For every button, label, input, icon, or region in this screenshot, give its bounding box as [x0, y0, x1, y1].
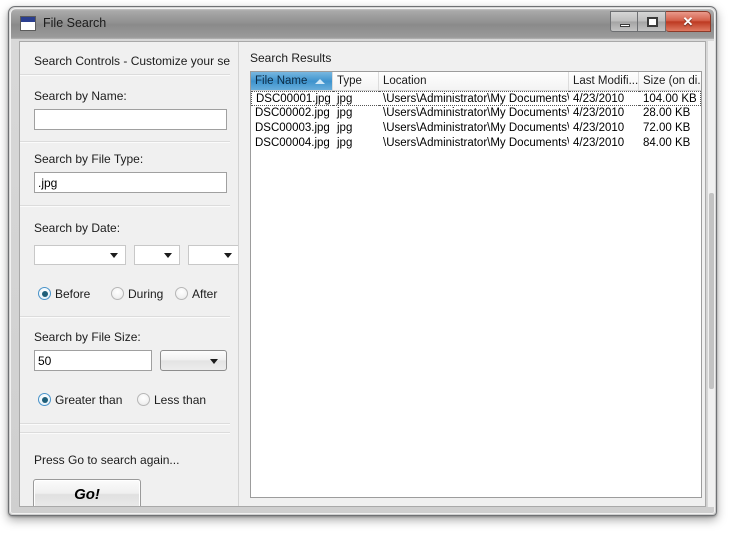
- column-header-size-label: Size (on di...: [643, 75, 701, 87]
- table-row[interactable]: DSC00001.jpg jpg \Users\Administrator\My…: [251, 91, 701, 106]
- maximize-button[interactable]: [638, 11, 666, 32]
- cell-size: 72.00 KB: [643, 122, 691, 134]
- window-scrollbar[interactable]: [707, 41, 715, 507]
- cell-file-name: DSC00002.jpg: [255, 107, 330, 119]
- file-search-window: File Search ✕ Search Controls - Customiz…: [8, 6, 717, 516]
- cell-location: \Users\Administrator\My Documents\...: [383, 137, 569, 149]
- radio-date-before[interactable]: Before: [38, 287, 90, 301]
- search-by-file-type-label: Search by File Type:: [34, 152, 144, 166]
- group-separator: [20, 205, 230, 207]
- date-month-dropdown[interactable]: [34, 245, 126, 265]
- window-form-icon: [20, 16, 36, 31]
- close-icon: ✕: [682, 14, 694, 29]
- cell-size: 104.00 KB: [639, 91, 701, 106]
- group-separator: [20, 74, 230, 76]
- cell-last-modified: 4/23/2010: [573, 107, 625, 119]
- cell-type: jpg: [337, 122, 353, 134]
- cell-type: jpg: [337, 107, 353, 119]
- chevron-down-icon: [110, 253, 118, 258]
- column-header-last-modified[interactable]: Last Modifi...: [569, 72, 639, 90]
- title-bar[interactable]: File Search ✕: [11, 9, 714, 39]
- window-title: File Search: [43, 16, 107, 30]
- search-by-date-label: Search by Date:: [34, 221, 121, 235]
- radio-size-greater-than-label: Greater than: [55, 393, 123, 407]
- chevron-down-icon: [224, 253, 232, 258]
- column-header-file-name[interactable]: File Name: [251, 72, 333, 90]
- chevron-down-icon: [210, 358, 218, 364]
- cell-last-modified: 4/23/2010: [569, 91, 639, 106]
- radio-date-before-label: Before: [55, 287, 91, 301]
- group-separator: [20, 316, 230, 318]
- scrollbar-thumb[interactable]: [709, 193, 714, 389]
- cell-last-modified: 4/23/2010: [573, 122, 625, 134]
- cell-size: 84.00 KB: [643, 137, 691, 149]
- radio-size-less-than-label: Less than: [154, 393, 207, 407]
- date-year-dropdown[interactable]: [188, 245, 238, 265]
- maximize-icon: [647, 17, 658, 27]
- group-separator: [20, 423, 230, 425]
- column-header-file-name-label: File Name: [255, 75, 308, 87]
- cell-file-name: DSC00001.jpg: [251, 91, 333, 106]
- radio-date-after[interactable]: After: [175, 287, 217, 301]
- column-header-location-label: Location: [383, 75, 427, 87]
- group-separator: [20, 432, 230, 434]
- go-button[interactable]: Go!: [33, 479, 141, 506]
- date-day-dropdown[interactable]: [134, 245, 180, 265]
- cell-file-name: DSC00003.jpg: [255, 122, 330, 134]
- search-name-input[interactable]: [34, 109, 227, 130]
- cell-type: jpg: [337, 137, 353, 149]
- minimize-button[interactable]: [610, 11, 638, 32]
- window-buttons: ✕: [610, 11, 711, 32]
- cell-size: 28.00 KB: [643, 107, 691, 119]
- group-separator: [20, 141, 230, 143]
- radio-size-greater-than[interactable]: Greater than: [38, 393, 122, 407]
- search-controls-panel: Search Controls - Customize your searc S…: [20, 42, 238, 506]
- search-controls-header: Search Controls - Customize your searc: [34, 54, 230, 68]
- radio-date-during-label: During: [128, 287, 164, 301]
- search-by-file-size-label: Search by File Size:: [34, 330, 141, 344]
- radio-size-less-than[interactable]: Less than: [137, 393, 206, 407]
- close-button[interactable]: ✕: [666, 11, 711, 32]
- cell-last-modified: 4/23/2010: [573, 137, 625, 149]
- column-header-location[interactable]: Location: [379, 72, 569, 90]
- table-row[interactable]: DSC00002.jpg jpg \Users\Administrator\My…: [251, 106, 701, 121]
- column-header-size[interactable]: Size (on di...: [639, 72, 701, 90]
- cell-type: jpg: [333, 91, 379, 106]
- cell-location: \Users\Administrator\My Documents\...: [379, 91, 569, 106]
- table-row[interactable]: DSC00003.jpg jpg \Users\Administrator\My…: [251, 121, 701, 136]
- radio-date-during[interactable]: During: [111, 287, 163, 301]
- minimize-icon: [620, 24, 630, 27]
- column-header-type[interactable]: Type: [333, 72, 379, 90]
- results-table-header: File Name Type Location Last Modifi... S…: [251, 72, 701, 91]
- client-area: Search Controls - Customize your searc S…: [19, 41, 706, 507]
- radio-date-after-label: After: [192, 287, 218, 301]
- search-results-panel: Search Results File Name Type Location L…: [239, 42, 705, 506]
- cell-file-name: DSC00004.jpg: [255, 137, 330, 149]
- search-file-type-input[interactable]: [34, 172, 227, 193]
- screenshot-root: File Search ✕ Search Controls - Customiz…: [0, 0, 734, 539]
- search-by-name-label: Search by Name:: [34, 89, 127, 103]
- file-size-unit-dropdown[interactable]: [160, 350, 227, 371]
- cell-location: \Users\Administrator\My Documents\...: [383, 122, 569, 134]
- results-table[interactable]: File Name Type Location Last Modifi... S…: [250, 71, 702, 498]
- sort-ascending-icon: [315, 79, 325, 84]
- column-header-type-label: Type: [337, 75, 362, 87]
- column-header-last-modified-label: Last Modifi...: [573, 75, 639, 87]
- search-file-size-input[interactable]: [34, 350, 152, 371]
- chevron-down-icon: [164, 253, 172, 258]
- search-hint-text: Press Go to search again...: [34, 453, 180, 467]
- table-row[interactable]: DSC00004.jpg jpg \Users\Administrator\My…: [251, 136, 701, 151]
- cell-location: \Users\Administrator\My Documents\...: [383, 107, 569, 119]
- search-results-label: Search Results: [250, 51, 332, 65]
